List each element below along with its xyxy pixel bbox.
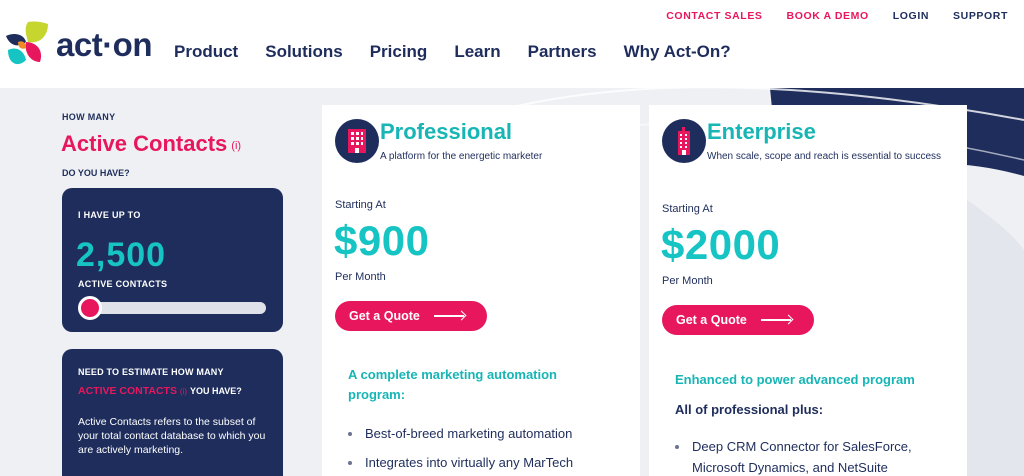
get-quote-button[interactable]: Get a Quote (335, 301, 487, 331)
do-you-have-label: DO YOU HAVE? (62, 168, 130, 178)
starting-at-label: Starting At (662, 203, 713, 215)
login-link[interactable]: LOGIN (893, 10, 929, 22)
starting-at-label: Starting At (335, 199, 386, 211)
list-item: Deep CRM Connector for SalesForce, Micro… (675, 436, 945, 476)
program-heading: A complete marketing automation program: (348, 367, 557, 402)
nav-item-pricing[interactable]: Pricing (370, 42, 428, 62)
main-nav: Product Solutions Pricing Learn Partners… (174, 42, 731, 62)
arrow-right-icon (433, 315, 464, 317)
logo-mark-icon (6, 21, 48, 65)
estimate-highlight: ACTIVE CONTACTS (78, 385, 177, 397)
nav-item-learn[interactable]: Learn (454, 42, 500, 62)
plan-price: $2000 (661, 221, 781, 268)
active-contacts-title-text: Active Contacts (61, 131, 228, 156)
nav-item-solutions[interactable]: Solutions (265, 42, 342, 62)
plan-price: $900 (334, 217, 430, 264)
get-quote-button[interactable]: Get a Quote (662, 305, 814, 335)
estimate-info-icon[interactable]: (i) (180, 387, 187, 396)
contacts-value: 2,500 (76, 236, 167, 274)
plan-tagline: A platform for the energetic marketer (380, 151, 543, 162)
contacts-unit-label: ACTIVE CONTACTS (78, 279, 168, 289)
how-many-label: HOW MANY (62, 112, 116, 122)
program-heading: Enhanced to power advanced program (675, 372, 915, 387)
active-contacts-title: Active Contacts (i) (61, 131, 241, 157)
nav-item-product[interactable]: Product (174, 42, 238, 62)
estimate-panel: NEED TO ESTIMATE HOW MANY ACTIVE CONTACT… (62, 349, 283, 476)
nav-item-partners[interactable]: Partners (528, 42, 597, 62)
estimate-heading: NEED TO ESTIMATE HOW MANY (78, 367, 224, 377)
nav-item-why-acton[interactable]: Why Act-On? (624, 42, 731, 62)
contacts-slider-handle[interactable] (78, 296, 102, 320)
estimate-suffix: YOU HAVE? (189, 386, 242, 396)
plan-title: Enterprise (707, 119, 816, 144)
utility-nav: CONTACT SALES BOOK A DEMO LOGIN SUPPORT (666, 10, 1008, 22)
brand-name: act·on (56, 26, 153, 63)
info-icon[interactable]: (i) (231, 140, 241, 152)
contact-sales-link[interactable]: CONTACT SALES (666, 10, 762, 22)
plan-card-enterprise: Enterprise When scale, scope and reach i… (649, 105, 967, 476)
list-item: Integrates into virtually any MarTech (348, 452, 618, 473)
list-item: Best-of-breed marketing automation (348, 423, 618, 444)
contacts-slider-track[interactable] (82, 302, 266, 314)
plan-card-professional: Professional A platform for the energeti… (322, 105, 640, 476)
per-month-label: Per Month (662, 275, 713, 287)
get-quote-label: Get a Quote (349, 309, 420, 323)
skyscraper-icon (662, 119, 706, 163)
get-quote-label: Get a Quote (676, 313, 747, 327)
plan-tagline: When scale, scope and reach is essential… (707, 151, 942, 162)
estimate-description: Active Contacts refers to the subset of … (78, 416, 266, 456)
building-icon (335, 119, 379, 163)
feature-list: Best-of-breed marketing automation Integ… (348, 423, 618, 476)
book-demo-link[interactable]: BOOK A DEMO (787, 10, 869, 22)
support-link[interactable]: SUPPORT (953, 10, 1008, 22)
brand-logo[interactable]: act·on (4, 20, 153, 70)
estimate-subheading: ACTIVE CONTACTS (i) YOU HAVE? (78, 385, 242, 397)
per-month-label: Per Month (335, 271, 386, 283)
up-to-label: I HAVE UP TO (78, 210, 141, 220)
plan-title: Professional (380, 119, 513, 144)
plus-heading: All of professional plus: (675, 402, 824, 417)
feature-list: Deep CRM Connector for SalesForce, Micro… (675, 436, 945, 476)
contacts-selector-panel: I HAVE UP TO 2,500 ACTIVE CONTACTS (62, 188, 283, 332)
arrow-right-icon (760, 319, 791, 321)
